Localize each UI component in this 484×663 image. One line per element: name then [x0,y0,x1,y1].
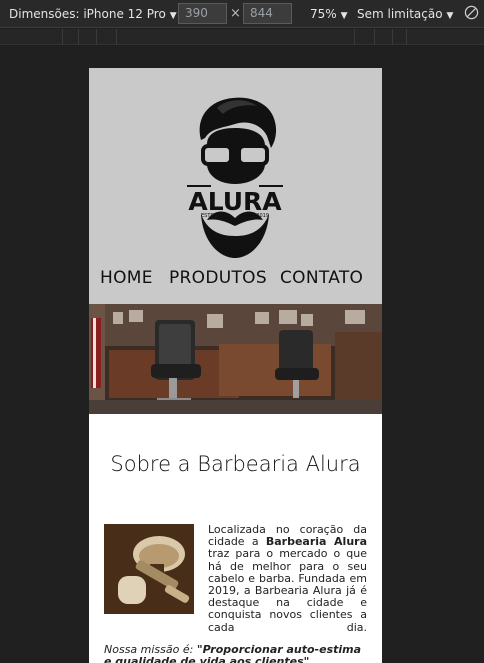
barbershop-banner-image [89,304,382,414]
ruler-segment[interactable] [406,29,407,45]
nav-link-home[interactable]: HOME [100,268,153,288]
logo-brand-text: ALURA [188,187,282,216]
site-nav: HOME PRODUTOS CONTATO [89,268,382,296]
ruler-segment[interactable] [96,29,97,45]
ruler-segment[interactable] [116,29,117,45]
ruler-segment[interactable] [78,29,79,45]
ruler-segment[interactable] [354,29,355,45]
logo-estd-text: ESTD [201,213,214,219]
devtools-device-toolbar: Dimensões: iPhone 12 Pro ▼ 390 × 844 75% ▼… [0,0,484,28]
ruler-segment[interactable] [374,29,375,45]
shaving-brush-image [104,524,194,614]
throttle-label: Sem limitação [357,7,443,21]
chevron-down-icon: ▼ [340,11,348,21]
barber-logo[interactable]: ALURA ESTD 2019 [187,94,283,258]
times-icon: × [230,6,241,21]
nav-link-produtos[interactable]: PRODUTOS [169,268,267,288]
height-input[interactable]: 844 [243,3,292,24]
mission-statement: Nossa missão é: "Proporcionar auto-estim… [104,644,372,663]
media-query-ruler [0,29,484,45]
chevron-down-icon: ▼ [446,11,454,21]
about-text-brand: Barbearia Alura [265,535,368,549]
about-title: Sobre a Barbearia Alura [110,452,361,476]
zoom-label: 75% [310,7,337,21]
width-input[interactable]: 390 [178,3,227,24]
zoom-selector[interactable]: 75% ▼ [310,7,348,21]
about-text-body: traz para o mercado o que há de melhor p… [208,547,367,634]
logo-year-text: 2019 [256,213,269,219]
rotate-icon[interactable] [464,5,479,20]
throttle-selector[interactable]: Sem limitação ▼ [357,7,453,21]
chevron-down-icon: ▼ [169,11,177,21]
about-text: Localizada no coração da cidade a Barbea… [208,523,368,634]
device-selector[interactable]: Dimensões: iPhone 12 Pro ▼ [9,7,177,21]
device-dimensions-label: Dimensões: iPhone 12 Pro [9,7,166,21]
ruler-segment[interactable] [392,29,393,45]
device-viewport: ALURA ESTD 2019 HOME PRODUTOS CONTATO So… [89,68,382,663]
site-header: ALURA ESTD 2019 HOME PRODUTOS CONTATO [89,68,382,304]
nav-link-contato[interactable]: CONTATO [280,268,363,288]
ruler-segment[interactable] [62,29,63,45]
